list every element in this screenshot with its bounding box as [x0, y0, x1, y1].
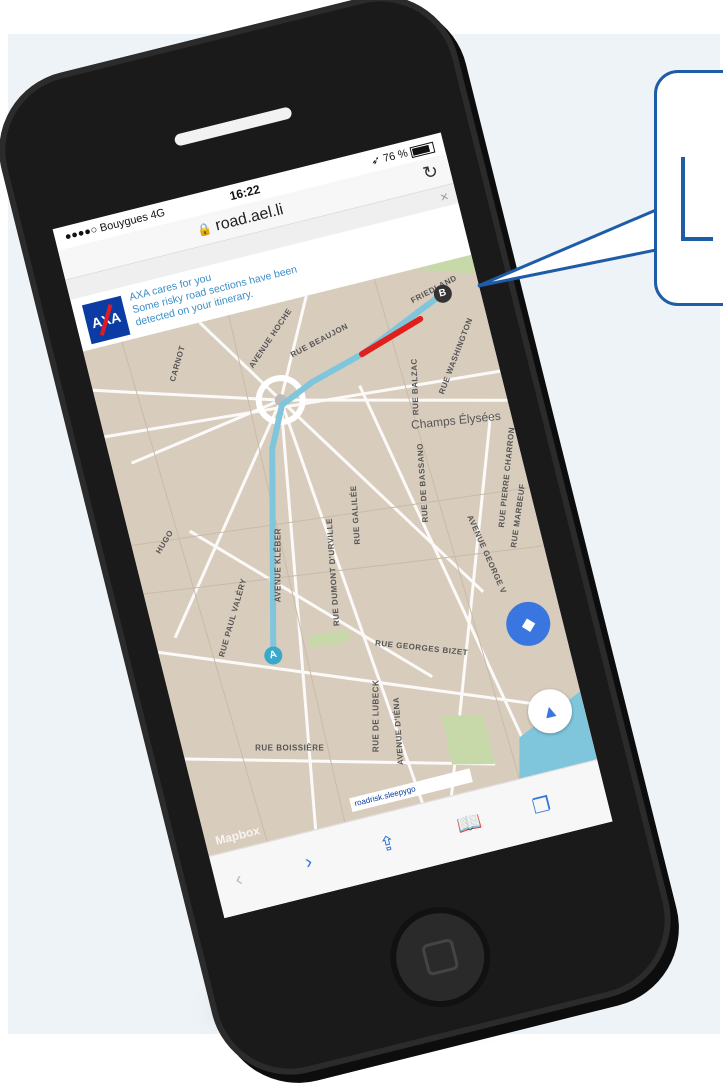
battery-percent: 76 %	[381, 147, 410, 165]
axa-logo: AXA	[81, 295, 131, 345]
directions-icon: ◆	[518, 612, 538, 635]
location-arrow-icon: ➶	[369, 154, 382, 168]
map-street-line	[279, 399, 318, 830]
back-button[interactable]: ‹	[233, 868, 245, 892]
street-label: RUE BALZAC	[409, 358, 421, 416]
tabs-icon[interactable]: ❐	[530, 791, 553, 820]
lock-icon: 🔒	[195, 220, 214, 239]
navigation-arrow-icon: ▲	[538, 698, 561, 723]
forward-button[interactable]: ›	[303, 851, 315, 875]
reload-icon[interactable]: ↻	[421, 161, 441, 185]
map-street-line	[173, 399, 283, 639]
home-button-square	[420, 937, 460, 977]
callout-bubble	[654, 70, 723, 306]
risk-section	[359, 315, 424, 358]
callout-mark	[681, 157, 713, 241]
bookmarks-icon[interactable]: 📖	[454, 808, 484, 838]
callout-tail	[477, 208, 656, 288]
battery-icon	[409, 141, 436, 158]
map-street-line	[280, 398, 508, 402]
street-label: AVENUE KLÉBER	[273, 528, 283, 603]
share-icon[interactable]: ⇪	[377, 830, 399, 858]
close-banner-button[interactable]: ×	[438, 188, 450, 206]
street-label: RUE DE LUBECK	[371, 679, 381, 753]
street-label: RUE BOISSIÈRE	[255, 743, 325, 753]
